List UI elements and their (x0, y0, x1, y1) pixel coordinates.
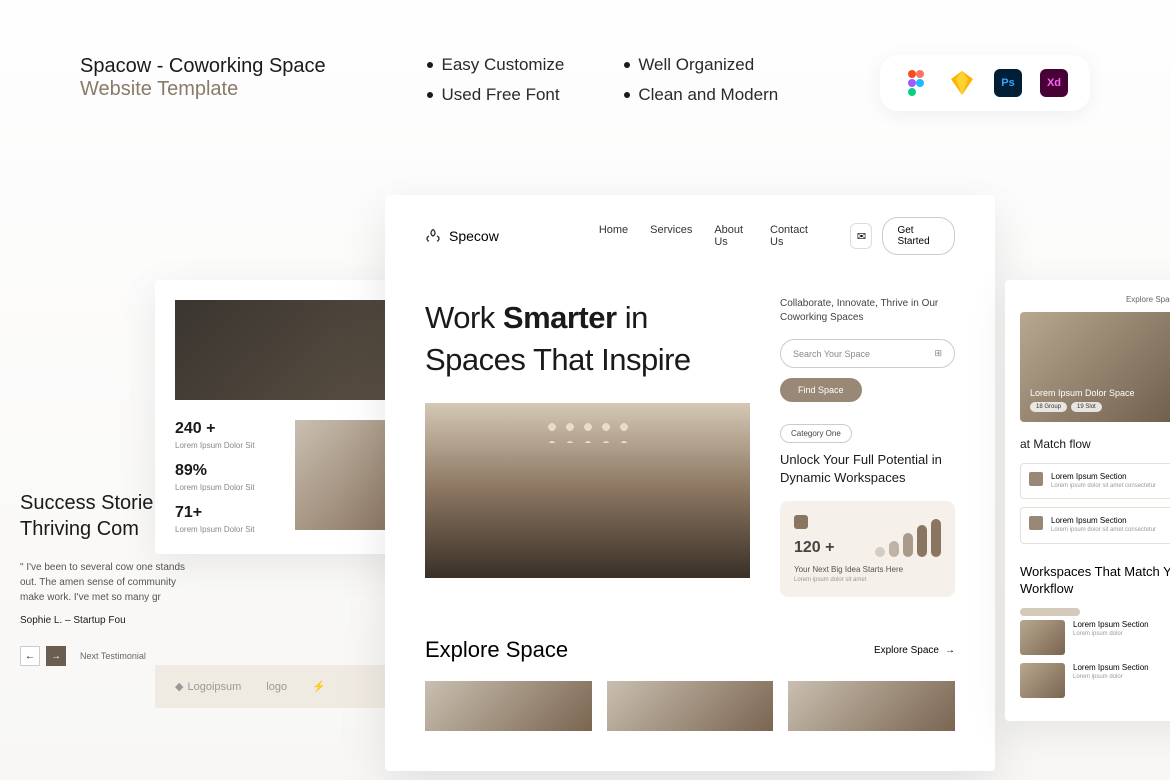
hero-title: Work Smarter in Spaces That Inspire (425, 297, 750, 381)
explore-item[interactable] (607, 681, 774, 731)
product-title: Spacow - Coworking Space Website Templat… (80, 55, 326, 101)
nav-link[interactable]: Home (599, 224, 628, 248)
stats-card: 240 +Lorem Ipsum Dolor Sit 89%Lorem Ipsu… (155, 280, 415, 554)
chart-icon (794, 515, 808, 529)
list-item[interactable]: Lorem Ipsum SectionLorem ipsum dolor sit… (1020, 463, 1170, 500)
explore-item[interactable] (788, 681, 955, 731)
find-space-button[interactable]: Find Space (780, 378, 862, 402)
search-input[interactable]: Search Your Space⊞ (780, 339, 955, 368)
item-icon (1029, 516, 1043, 530)
nav-link[interactable]: Services (650, 224, 692, 248)
testimonial-quote: " I've been to several cow one stands ou… (20, 560, 200, 605)
next-label: Next Testimonial (80, 651, 146, 661)
sub-headline: Unlock Your Full Potential in Dynamic Wo… (780, 451, 955, 486)
item-icon (1029, 472, 1043, 486)
next-arrow-button[interactable]: → (46, 646, 66, 666)
figma-icon (902, 69, 930, 97)
list-item[interactable]: Lorem Ipsum SectionLorem ipsum dolor sit… (1020, 507, 1170, 544)
tagline: Collaborate, Innovate, Thrive in Our Cow… (780, 297, 955, 325)
logo-item: ⚡ (312, 680, 326, 693)
explore-link[interactable]: Explore Space → (1020, 295, 1170, 304)
workspace-item[interactable]: Lorem Ipsum SectionLorem ipsum dolor (1020, 620, 1170, 655)
stat-card: 120 + Your Next Big Idea Starts Here Lor… (780, 501, 955, 597)
stats-hero-image (175, 300, 395, 400)
nav-link[interactable]: Contact Us (770, 224, 810, 248)
testimonial-author: Sophie L. – Startup Fou (20, 615, 200, 626)
feature-item: Well Organized (638, 55, 754, 75)
brand-icon (425, 228, 441, 244)
category-chip[interactable]: Category One (780, 424, 852, 443)
logo-item: logo (266, 681, 287, 693)
brand[interactable]: Specow (425, 228, 499, 244)
explore-link[interactable]: Explore Space→ (874, 645, 955, 656)
photoshop-icon: Ps (994, 69, 1022, 97)
main-preview-card: Specow Home Services About Us Contact Us… (385, 195, 995, 771)
sketch-icon (948, 69, 976, 97)
workspace-item[interactable]: Lorem Ipsum SectionLorem ipsum dolor (1020, 663, 1170, 698)
bar-chart-icon (875, 519, 941, 557)
explore-item[interactable] (425, 681, 592, 731)
prev-arrow-button[interactable]: ← (20, 646, 40, 666)
nav-link[interactable]: About Us (714, 224, 748, 248)
logo-strip: ◆ Logoipsum logo ⚡ (155, 665, 415, 708)
feature-list: Easy Customize Used Free Font Well Organ… (427, 55, 778, 105)
get-started-button[interactable]: Get Started (882, 217, 955, 255)
arrow-right-icon: → (945, 645, 955, 656)
app-badges: Ps Xd (880, 55, 1090, 111)
right-preview-card: Explore Space → → Lorem Ipsum Dolor Spac… (1005, 280, 1170, 721)
hero-image (425, 403, 750, 578)
logo-item: ◆ Logoipsum (175, 680, 241, 693)
feature-item: Used Free Font (441, 85, 559, 105)
workspace-title: Workspaces That Match Your Workflow (1020, 564, 1170, 598)
title-sub: Website Template (80, 78, 326, 101)
stats-side-image (295, 420, 395, 530)
xd-icon: Xd (1040, 69, 1068, 97)
explore-title: Explore Space (425, 637, 568, 663)
qr-icon: ⊞ (934, 348, 942, 359)
feature-item: Clean and Modern (638, 85, 778, 105)
title-main: Spacow - Coworking Space (80, 55, 326, 78)
mail-button[interactable]: ✉ (850, 223, 872, 249)
chip-placeholder (1020, 608, 1080, 616)
space-image: → Lorem Ipsum Dolor Space 18 Group19 Slo… (1020, 312, 1170, 422)
feature-item: Easy Customize (441, 55, 564, 75)
